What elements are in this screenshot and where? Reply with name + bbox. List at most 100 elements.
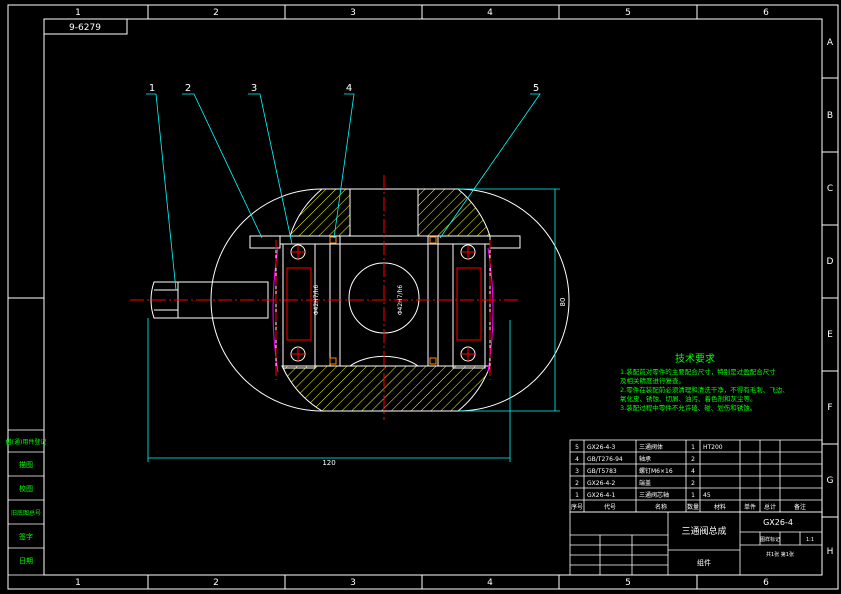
svg-text:5: 5 — [575, 444, 579, 451]
sleeve-right — [427, 235, 439, 367]
bom-row: 1 GX26-4-1 三通阀芯轴 1 45 — [575, 491, 711, 499]
svg-text:2: 2 — [691, 480, 695, 487]
callout: 1 — [149, 83, 155, 94]
svg-text:2: 2 — [691, 456, 695, 463]
side-stamps — [7, 429, 45, 576]
tech-req-line: 2.零件在装配前必须清理和清洗干净，不得有毛刺、飞边、 — [620, 385, 789, 394]
callout-numbers: 1 2 3 4 5 — [149, 83, 539, 94]
cad-drawing: 1 2 3 4 5 6 1 2 3 4 5 6 A B C D E F G H … — [6, 4, 839, 590]
drawing-number: GX26-4 — [763, 518, 793, 527]
svg-text:3: 3 — [575, 468, 579, 475]
svg-text:HT200: HT200 — [703, 444, 723, 451]
row-label: D — [827, 257, 834, 267]
fit-label-right: Φ42H7/h6 — [397, 285, 404, 316]
dim-height: 80 — [559, 298, 567, 307]
row-label: G — [827, 476, 834, 486]
sleeve-left — [329, 235, 341, 367]
side-stamp: 校图 — [19, 484, 33, 493]
col-label: 2 — [213, 8, 219, 18]
callout: 2 — [185, 83, 191, 94]
zone-ticks — [8, 5, 838, 589]
side-stamp: 旧底图总号 — [11, 509, 41, 517]
svg-text:端盖: 端盖 — [639, 479, 651, 487]
drawing-name: 三通阀总成 — [681, 525, 726, 537]
top-plate — [279, 235, 491, 245]
row-label: C — [827, 184, 833, 194]
bearing-left — [282, 243, 316, 369]
scale-hdr: 图样标记 — [760, 536, 780, 543]
svg-text:总计: 总计 — [764, 503, 776, 511]
side-stamp: 签字 — [19, 532, 33, 541]
body-hatch-bottom — [281, 365, 491, 412]
svg-text:数量: 数量 — [687, 503, 699, 511]
svg-text:2: 2 — [575, 480, 579, 487]
sheet-info: 共1张 第1张 — [766, 551, 794, 558]
svg-text:45: 45 — [703, 492, 711, 499]
svg-text:GX26-4-1: GX26-4-1 — [587, 492, 616, 499]
svg-text:名称: 名称 — [655, 503, 667, 511]
svg-text:1: 1 — [575, 492, 579, 499]
svg-text:三通阀体: 三通阀体 — [639, 443, 663, 451]
title-tag: 9-6279 — [69, 23, 101, 33]
col-label: 1 — [75, 8, 81, 18]
svg-text:GX26-4-2: GX26-4-2 — [587, 480, 616, 487]
tech-req-line: 氧化皮、锈蚀、切屑、油污、着色剂和灰尘等。 — [620, 394, 757, 403]
body-hatch-top-left — [289, 188, 351, 237]
body-hatch-top-right — [417, 188, 491, 237]
row-label: F — [827, 403, 832, 413]
svg-text:GX26-4-3: GX26-4-3 — [587, 444, 616, 451]
col-label: 6 — [763, 578, 769, 588]
dimensions — [147, 188, 560, 462]
svg-text:材料: 材料 — [714, 503, 726, 511]
bom-rows: 5 GX26-4-3 三通阀体 1 HT200 4 GB/T276-94 轴承 … — [571, 443, 806, 511]
bom-header: 序号 代号 名称 数量 材料 单件 总计 备注 — [571, 503, 806, 511]
bom-row: 3 GB/T5783 螺钉M6×16 4 — [575, 467, 695, 475]
row-label: A — [827, 38, 834, 48]
svg-text:三通阀芯轴: 三通阀芯轴 — [639, 491, 669, 499]
row-label: E — [827, 330, 833, 340]
bearing-right — [452, 243, 486, 369]
assembly-view: Φ42H7/h6 Φ42H7/h6 — [130, 175, 570, 420]
tech-req-line: 3.装配过程中零件不允许磕、碰、划伤和锈蚀。 — [620, 403, 756, 412]
svg-text:代号: 代号 — [604, 503, 616, 511]
row-label: B — [827, 111, 833, 121]
svg-text:备注: 备注 — [794, 503, 806, 511]
svg-text:GB/T5783: GB/T5783 — [587, 468, 617, 475]
svg-text:4: 4 — [575, 456, 579, 463]
tech-req-line: 及相关精度进行复查。 — [620, 376, 685, 385]
outer-border — [7, 4, 839, 590]
svg-text:轴承: 轴承 — [639, 455, 651, 463]
col-label: 6 — [763, 8, 769, 18]
svg-text:1: 1 — [691, 444, 695, 451]
dim-width: 120 — [322, 459, 335, 467]
side-stamp: 描图 — [19, 460, 33, 469]
col-label: 3 — [350, 578, 356, 588]
svg-text:4: 4 — [691, 468, 695, 475]
tech-requirements: 技术要求 1.装配前对零件的主要配合尺寸，特别是过盈配合尺寸 及相关精度进行复查… — [620, 352, 789, 412]
bom-row: 4 GB/T276-94 轴承 2 — [575, 455, 695, 463]
callout: 3 — [251, 83, 257, 94]
col-label: 4 — [487, 8, 493, 18]
side-stamp: 日期 — [19, 557, 33, 565]
col-label: 5 — [625, 8, 631, 18]
side-stamp-labels: 借(通)用件登记 描图 校图 旧底图总号 签字 日期 — [6, 438, 47, 565]
row-label: H — [827, 547, 834, 557]
svg-text:螺钉M6×16: 螺钉M6×16 — [639, 467, 673, 475]
bom-row: 5 GX26-4-3 三通阀体 1 HT200 — [575, 443, 723, 451]
flange-right — [489, 235, 521, 249]
callout: 5 — [533, 83, 539, 94]
svg-text:GB/T276-94: GB/T276-94 — [587, 456, 623, 463]
svg-text:1: 1 — [691, 492, 695, 499]
col-label: 4 — [487, 578, 493, 588]
fit-label-left: Φ42H7/h6 — [313, 285, 320, 316]
tech-req-title: 技术要求 — [675, 352, 715, 365]
side-stamp: 借(通)用件登记 — [6, 438, 47, 446]
svg-text:序号: 序号 — [571, 503, 583, 511]
tech-req-line: 1.装配前对零件的主要配合尺寸，特别是过盈配合尺寸 — [620, 367, 776, 376]
scale-value: 1:1 — [806, 537, 814, 543]
col-label: 3 — [350, 8, 356, 18]
col-label: 5 — [625, 578, 631, 588]
unit-label: 组件 — [697, 558, 711, 567]
col-label: 1 — [75, 578, 81, 588]
svg-text:单件: 单件 — [744, 503, 756, 511]
